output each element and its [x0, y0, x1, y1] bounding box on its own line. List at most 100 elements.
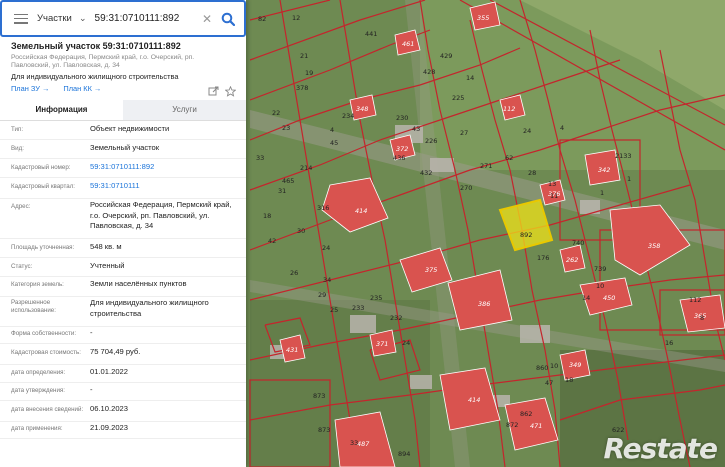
- info-value: Для индивидуального жилищного строительс…: [90, 298, 209, 318]
- svg-text:14: 14: [582, 294, 590, 302]
- svg-text:12: 12: [292, 14, 300, 22]
- object-title: Земельный участок 59:31:0710111:892: [11, 41, 181, 51]
- tab-information[interactable]: Информация: [0, 100, 123, 120]
- svg-text:62: 62: [505, 154, 513, 162]
- info-row: Форма собственности: -: [0, 327, 246, 344]
- search-bar: Участки ⌄ 59:31:0710111:892 ✕: [0, 0, 246, 37]
- svg-text:230: 230: [396, 114, 408, 122]
- info-value: -: [90, 385, 93, 394]
- cadastral-number-link[interactable]: 59:31:0710111:892: [90, 162, 238, 173]
- svg-text:24: 24: [402, 339, 410, 347]
- svg-text:348: 348: [356, 105, 368, 113]
- svg-text:414: 414: [355, 207, 367, 215]
- info-row: Разрешенное использование: Для индивидуа…: [0, 298, 246, 327]
- info-value: 75 704,49 руб.: [90, 347, 141, 356]
- svg-text:24: 24: [322, 244, 330, 252]
- chevron-down-icon[interactable]: ⌄: [79, 13, 87, 24]
- svg-text:873: 873: [318, 426, 330, 434]
- info-row: Кадастровый номер: 59:31:0710111:892: [0, 161, 246, 178]
- svg-text:432: 432: [420, 169, 432, 177]
- svg-text:24: 24: [523, 127, 531, 135]
- svg-text:873: 873: [313, 392, 325, 400]
- plan-zu-link[interactable]: План ЗУ →: [11, 84, 49, 93]
- info-row: Категория земель: Земли населённых пункт…: [0, 278, 246, 297]
- tab-services[interactable]: Услуги: [123, 100, 246, 120]
- svg-text:8: 8: [700, 314, 704, 322]
- svg-text:235: 235: [370, 294, 382, 302]
- svg-text:487: 487: [357, 440, 370, 448]
- info-key: Кадастровый квартал:: [11, 183, 76, 190]
- svg-text:30: 30: [297, 227, 305, 235]
- plan-kk-link[interactable]: План КК →: [63, 84, 101, 93]
- info-value: Российская Федерация, Пермский край, г.о…: [90, 200, 232, 230]
- svg-text:262: 262: [566, 256, 578, 264]
- svg-text:25: 25: [330, 306, 338, 314]
- svg-text:176: 176: [537, 254, 549, 262]
- info-value: Земельный участок: [90, 143, 160, 152]
- tab-bar: Информация Услуги: [0, 100, 246, 121]
- svg-text:465: 465: [282, 177, 294, 185]
- info-key: дата определения:: [11, 369, 66, 376]
- svg-text:10: 10: [596, 282, 604, 290]
- search-input[interactable]: 59:31:0710111:892: [95, 13, 202, 24]
- svg-text:739: 739: [594, 265, 606, 273]
- svg-text:894: 894: [398, 450, 410, 458]
- svg-text:34: 34: [323, 276, 331, 284]
- info-row: Адрес: Российская Федерация, Пермский кр…: [0, 200, 246, 239]
- svg-text:375: 375: [425, 266, 437, 274]
- menu-icon[interactable]: [14, 13, 28, 24]
- info-value: 06.10.2023: [90, 404, 129, 413]
- svg-text:386: 386: [478, 300, 490, 308]
- svg-text:31: 31: [278, 187, 286, 195]
- svg-text:45: 45: [330, 139, 338, 147]
- info-key: дата применения:: [11, 425, 63, 432]
- info-row: Вид: Земельный участок: [0, 142, 246, 159]
- svg-text:112: 112: [503, 105, 515, 113]
- info-key: дата внесения сведений:: [11, 406, 84, 413]
- info-key: Вид:: [11, 145, 24, 152]
- info-key: Статус:: [11, 263, 33, 270]
- svg-text:429: 429: [440, 52, 452, 60]
- svg-text:27: 27: [460, 129, 468, 137]
- svg-text:461: 461: [402, 40, 414, 48]
- svg-text:378: 378: [296, 84, 308, 92]
- svg-text:1: 1: [627, 175, 631, 183]
- svg-text:471: 471: [530, 422, 542, 430]
- svg-text:450: 450: [603, 294, 615, 302]
- svg-text:371: 371: [376, 340, 388, 348]
- svg-text:33: 33: [256, 154, 264, 162]
- info-panel: Участки ⌄ 59:31:0710111:892 ✕ Земельный …: [0, 0, 246, 467]
- info-key: Кадастровая стоимость:: [11, 349, 81, 356]
- svg-text:33: 33: [350, 439, 358, 447]
- info-row: дата внесения сведений: 06.10.2023: [0, 403, 246, 422]
- object-usage: Для индивидуального жилищного строительс…: [11, 72, 179, 81]
- svg-text:82: 82: [258, 15, 266, 23]
- svg-text:23: 23: [282, 124, 290, 132]
- svg-text:892: 892: [520, 231, 532, 239]
- svg-text:2133: 2133: [615, 152, 632, 160]
- svg-text:29: 29: [318, 291, 326, 299]
- svg-text:233: 233: [352, 304, 364, 312]
- svg-text:232: 232: [390, 314, 402, 322]
- svg-text:22: 22: [272, 109, 280, 117]
- svg-text:43: 43: [412, 125, 420, 133]
- svg-text:862: 862: [520, 410, 532, 418]
- svg-text:349: 349: [569, 361, 581, 369]
- svg-text:860: 860: [536, 364, 548, 372]
- clear-icon[interactable]: ✕: [202, 12, 212, 26]
- cadastral-quarter-link[interactable]: 59:31:0710111: [90, 181, 238, 192]
- svg-text:21: 21: [300, 52, 308, 60]
- svg-text:431: 431: [286, 346, 298, 354]
- svg-text:10: 10: [550, 362, 558, 370]
- svg-text:214: 214: [300, 164, 312, 172]
- info-key: Категория земель:: [11, 281, 64, 288]
- svg-text:18: 18: [263, 212, 271, 220]
- search-type-select[interactable]: Участки: [37, 13, 73, 24]
- info-row: Кадастровый квартал: 59:31:0710111: [0, 180, 246, 199]
- info-value: 548 кв. м: [90, 242, 122, 251]
- svg-text:4: 4: [560, 124, 564, 132]
- object-address: Российская Федерация, Пермский край, г.о…: [11, 54, 195, 69]
- svg-text:872: 872: [506, 421, 518, 429]
- search-icon[interactable]: [218, 9, 238, 29]
- svg-text:42: 42: [268, 237, 276, 245]
